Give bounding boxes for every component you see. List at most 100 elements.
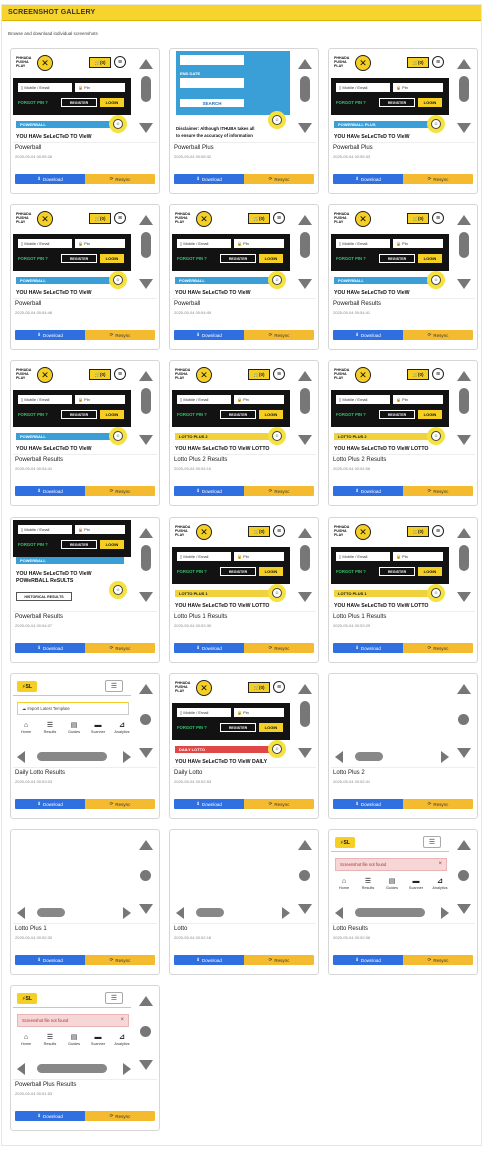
- scroll-thumb[interactable]: [459, 232, 469, 258]
- menu-icon[interactable]: ≡: [273, 525, 285, 537]
- scroll-down-arrow-icon[interactable]: [457, 748, 471, 758]
- import-template-button[interactable]: ☁ Import Latest Template: [17, 702, 129, 715]
- chat-bubble-icon[interactable]: ☺: [109, 271, 127, 289]
- download-button[interactable]: ⬇ Download: [174, 955, 244, 965]
- hamburger-menu-icon[interactable]: ☰: [105, 992, 123, 1004]
- start-date-input[interactable]: [180, 55, 244, 65]
- register-button[interactable]: REGISTER: [220, 410, 256, 419]
- download-button[interactable]: ⬇ Download: [333, 643, 403, 653]
- scroll-down-arrow-icon[interactable]: [457, 592, 471, 602]
- scroll-down-arrow-icon[interactable]: [457, 904, 471, 914]
- cart-button[interactable]: 🛒 (0): [89, 369, 111, 380]
- menu-icon[interactable]: ≡: [432, 56, 444, 68]
- vertical-scrollbar[interactable]: [453, 832, 475, 923]
- scroll-right-arrow-icon[interactable]: [282, 907, 290, 919]
- scroll-up-arrow-icon[interactable]: [457, 371, 471, 381]
- login-button[interactable]: LOGIN: [259, 254, 283, 263]
- scroll-up-arrow-icon[interactable]: [139, 528, 153, 538]
- scroll-thumb[interactable]: [300, 76, 310, 102]
- forgot-pin-link[interactable]: FORGOT PIN ?: [18, 256, 48, 261]
- scroll-down-arrow-icon[interactable]: [298, 435, 312, 445]
- menu-icon[interactable]: ≡: [273, 212, 285, 224]
- vertical-scrollbar[interactable]: [294, 207, 316, 298]
- scroll-thumb[interactable]: [37, 1064, 107, 1073]
- mobile-email-field[interactable]: ▯ Mobile / Email: [18, 395, 72, 404]
- login-button[interactable]: LOGIN: [418, 410, 442, 419]
- scroll-thumb[interactable]: [459, 545, 469, 571]
- screenshot-preview[interactable]: ⚡SL ☰ ☁ Import Latest Template ⌂ Home ☰ Result…: [13, 676, 157, 768]
- horizontal-scrollbar[interactable]: [15, 749, 133, 763]
- screenshot-preview[interactable]: PHHADA PUSHA PLAY ✕ 🛒 (0) ≡ ▯ Mobile / Email 🔒 P…: [331, 363, 475, 455]
- menu-icon[interactable]: ≡: [273, 368, 285, 380]
- scroll-up-arrow-icon[interactable]: [457, 684, 471, 694]
- login-button[interactable]: LOGIN: [259, 410, 283, 419]
- pin-field[interactable]: 🔒 Pin: [234, 552, 284, 561]
- forgot-pin-link[interactable]: FORGOT PIN ?: [336, 100, 366, 105]
- scroll-thumb[interactable]: [300, 545, 310, 571]
- screenshot-preview[interactable]: [331, 676, 475, 768]
- download-button[interactable]: ⬇ Download: [15, 643, 85, 653]
- horizontal-scrollbar[interactable]: [333, 749, 451, 763]
- scroll-up-arrow-icon[interactable]: [457, 528, 471, 538]
- download-button[interactable]: ⬇ Download: [15, 799, 85, 809]
- resync-button[interactable]: ⟳ Resync: [403, 330, 473, 340]
- register-button[interactable]: REGISTER: [379, 98, 415, 107]
- screenshot-preview[interactable]: ▯ Mobile / Email 🔒 Pin FORGOT PIN ? REGISTE…: [13, 520, 157, 612]
- download-button[interactable]: ⬇ Download: [333, 174, 403, 184]
- forgot-pin-link[interactable]: FORGOT PIN ?: [336, 412, 366, 417]
- cart-button[interactable]: 🛒 (0): [89, 213, 111, 224]
- scroll-thumb[interactable]: [141, 388, 151, 414]
- scroll-right-arrow-icon[interactable]: [123, 1063, 131, 1075]
- screenshot-preview[interactable]: PHHADA PUSHA PLAY ✕ 🛒 (0) ≡ ▯ Mobile / Email 🔒 P…: [172, 676, 316, 768]
- chat-bubble-icon[interactable]: ☺: [427, 427, 445, 445]
- resync-button[interactable]: ⟳ Resync: [403, 643, 473, 653]
- chat-bubble-icon[interactable]: ☺: [268, 427, 286, 445]
- scroll-thumb[interactable]: [37, 908, 65, 917]
- scroll-up-arrow-icon[interactable]: [139, 59, 153, 69]
- vertical-scrollbar[interactable]: [135, 988, 157, 1079]
- screenshot-preview[interactable]: PHHADA PUSHA PLAY ✕ 🛒 (0) ≡ ▯ Mobile / Email 🔒 P…: [13, 207, 157, 299]
- vertical-scrollbar[interactable]: [294, 676, 316, 767]
- cart-button[interactable]: 🛒 (0): [407, 57, 429, 68]
- resync-button[interactable]: ⟳ Resync: [403, 486, 473, 496]
- scroll-up-arrow-icon[interactable]: [457, 59, 471, 69]
- scroll-thumb[interactable]: [458, 870, 469, 881]
- forgot-pin-link[interactable]: FORGOT PIN ?: [18, 412, 48, 417]
- pin-field[interactable]: 🔒 Pin: [393, 395, 443, 404]
- horizontal-scrollbar[interactable]: [15, 905, 133, 919]
- horizontal-scrollbar[interactable]: [333, 905, 451, 919]
- menu-icon[interactable]: ≡: [114, 368, 126, 380]
- mobile-email-field[interactable]: ▯ Mobile / Email: [336, 83, 390, 92]
- scroll-thumb[interactable]: [140, 1026, 151, 1037]
- login-button[interactable]: LOGIN: [259, 723, 283, 732]
- scroll-left-arrow-icon[interactable]: [17, 1063, 25, 1075]
- download-button[interactable]: ⬇ Download: [174, 486, 244, 496]
- scroll-up-arrow-icon[interactable]: [139, 684, 153, 694]
- scroll-up-arrow-icon[interactable]: [139, 996, 153, 1006]
- mobile-email-field[interactable]: ▯ Mobile / Email: [177, 552, 231, 561]
- pin-field[interactable]: 🔒 Pin: [234, 239, 284, 248]
- screenshot-preview[interactable]: ⚡SL ☰ Screenshot file not found × ⌂ Home ☰ Resu…: [331, 832, 475, 924]
- scroll-up-arrow-icon[interactable]: [457, 215, 471, 225]
- pin-field[interactable]: 🔒 Pin: [234, 395, 284, 404]
- horizontal-scrollbar[interactable]: [174, 905, 292, 919]
- nav-item-guides[interactable]: ▤ Guides: [63, 1034, 85, 1050]
- forgot-pin-link[interactable]: FORGOT PIN ?: [177, 412, 207, 417]
- close-icon[interactable]: ×: [120, 1017, 124, 1023]
- nav-item-analytics[interactable]: ⊿ Analytics: [111, 722, 131, 738]
- scroll-left-arrow-icon[interactable]: [176, 907, 184, 919]
- chat-bubble-icon[interactable]: ☺: [268, 111, 286, 129]
- login-button[interactable]: LOGIN: [418, 98, 442, 107]
- cart-button[interactable]: 🛒 (0): [407, 526, 429, 537]
- scroll-down-arrow-icon[interactable]: [298, 592, 312, 602]
- login-button[interactable]: LOGIN: [418, 254, 442, 263]
- forgot-pin-link[interactable]: FORGOT PIN ?: [177, 256, 207, 261]
- screenshot-preview[interactable]: PHHADA PUSHA PLAY ✕ 🛒 (0) ≡ ▯ Mobile / Email 🔒 P…: [331, 207, 475, 299]
- register-button[interactable]: REGISTER: [220, 567, 256, 576]
- nav-item-scanner[interactable]: ▬ Scanner: [87, 722, 109, 738]
- scroll-right-arrow-icon[interactable]: [441, 751, 449, 763]
- mobile-email-field[interactable]: ▯ Mobile / Email: [18, 525, 72, 534]
- scroll-up-arrow-icon[interactable]: [457, 840, 471, 850]
- scroll-thumb[interactable]: [141, 76, 151, 102]
- scroll-down-arrow-icon[interactable]: [139, 592, 153, 602]
